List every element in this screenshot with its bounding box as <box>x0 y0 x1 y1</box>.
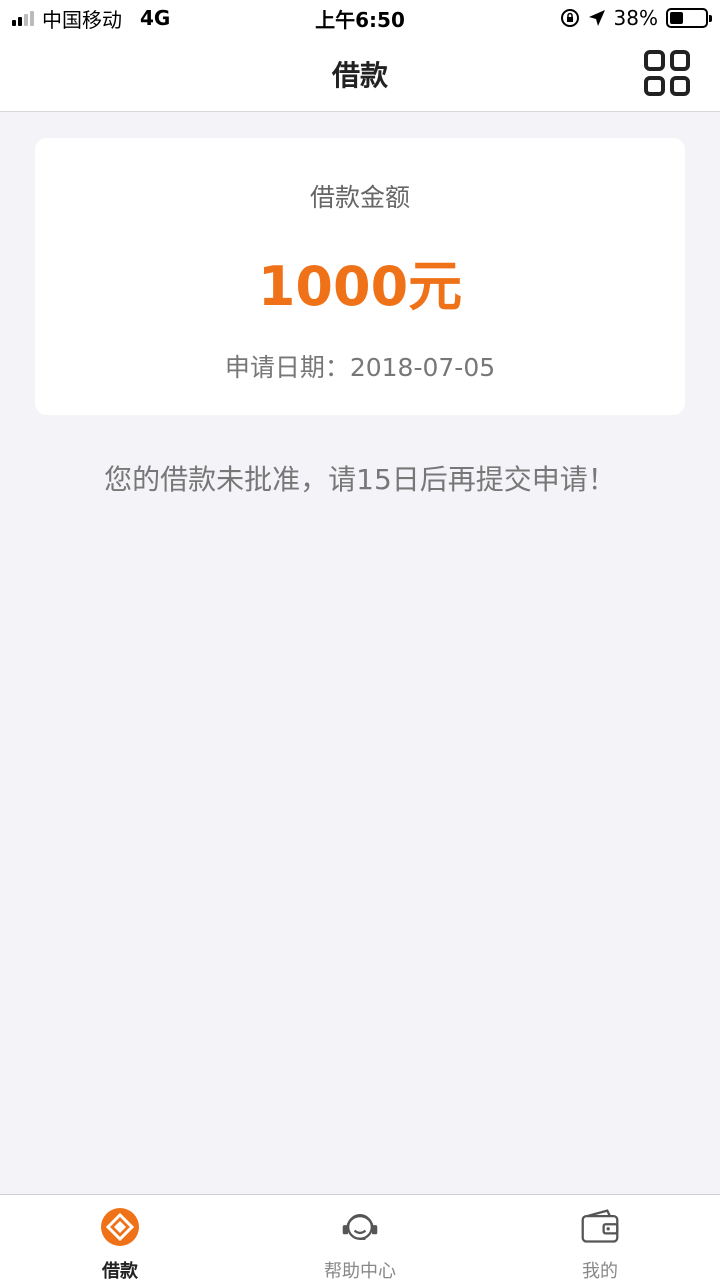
loan-icon <box>100 1207 140 1247</box>
location-icon <box>588 10 605 26</box>
battery-icon <box>666 8 712 28</box>
tab-label: 帮助中心 <box>324 1261 396 1280</box>
status-bar: 中国移动 4G 上午6:50 38% <box>0 0 720 36</box>
tab-label: 我的 <box>582 1261 618 1280</box>
loan-amount-value: 1000元 <box>257 255 463 318</box>
status-right: 38% <box>560 6 712 30</box>
grid-icon[interactable] <box>644 50 690 96</box>
loan-card: 借款金额 1000元 申请日期：2018-07-05 <box>35 138 685 415</box>
status-left: 中国移动 4G <box>12 4 170 33</box>
tab-bar: 借款 帮助中心 我的 <box>0 1194 720 1280</box>
network-type: 4G <box>140 6 171 30</box>
headset-icon <box>340 1207 380 1247</box>
tab-loan[interactable]: 借款 <box>0 1195 240 1280</box>
loan-amount-label: 借款金额 <box>309 183 410 212</box>
tab-mine[interactable]: 我的 <box>480 1195 720 1280</box>
tab-help-center[interactable]: 帮助中心 <box>240 1195 480 1280</box>
application-date: 申请日期：2018-07-05 <box>224 353 496 382</box>
rejection-notice: 您的借款未批准，请15日后再提交申请！ <box>104 463 616 496</box>
battery-level <box>670 12 683 24</box>
signal-icon <box>12 10 34 26</box>
orientation-lock-icon <box>560 9 579 27</box>
page-title: 借款 <box>331 58 388 92</box>
battery-percent: 38% <box>613 6 658 30</box>
nav-bar: 借款 <box>0 36 720 112</box>
tab-label: 借款 <box>102 1261 138 1280</box>
wallet-icon <box>580 1207 620 1247</box>
carrier-name: 中国移动 <box>42 7 122 32</box>
